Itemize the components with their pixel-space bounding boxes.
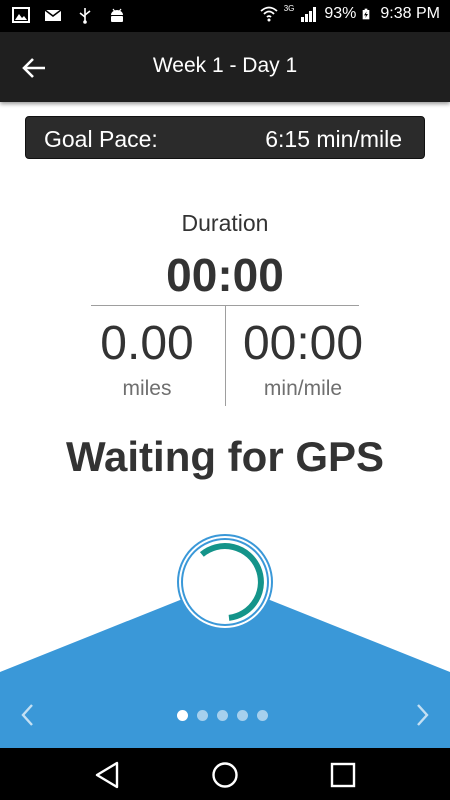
page-dot[interactable] (217, 710, 228, 721)
system-navigation-bar (0, 748, 450, 800)
android-debug-icon (111, 8, 123, 22)
distance-unit: miles (122, 377, 172, 400)
image-icon (12, 7, 30, 23)
pace-value: 00:00 (242, 317, 364, 370)
usb-icon (79, 8, 91, 24)
screen: 3G 93% 9:38 PM Week 1 - Day 1 Goal Pace: (0, 0, 450, 800)
goal-pace-label: Goal Pace: (44, 126, 158, 152)
pace-unit: min/mile (263, 377, 343, 400)
page-dot[interactable] (257, 710, 268, 721)
distance-value: 0.00 (100, 317, 194, 370)
nav-recents-icon[interactable] (326, 758, 360, 792)
page-indicator (177, 710, 268, 721)
mail-icon (44, 9, 62, 21)
battery-charging-icon (363, 8, 370, 20)
stats-divider-vertical (225, 306, 226, 406)
goal-pace-value: 6:15 min/mile (265, 126, 402, 152)
page-dot[interactable] (177, 710, 188, 721)
chevron-right-icon[interactable] (407, 700, 437, 730)
wifi-icon (260, 6, 278, 22)
clock: 9:38 PM (380, 5, 440, 22)
nav-home-icon[interactable] (208, 758, 242, 792)
page-title: Week 1 - Day 1 (152, 54, 298, 77)
app-bar: Week 1 - Day 1 (0, 32, 450, 102)
signal-icon (301, 7, 317, 22)
page-dot[interactable] (197, 710, 208, 721)
page-dot[interactable] (237, 710, 248, 721)
duration-label: Duration (181, 210, 269, 236)
gps-status-message: Waiting for GPS (65, 433, 385, 480)
battery-percent: 93% (324, 5, 357, 22)
duration-value: 00:00 (166, 249, 284, 301)
nav-back-icon[interactable] (90, 758, 124, 792)
status-bar: 3G 93% 9:38 PM (0, 0, 450, 32)
network-type-label: 3G (283, 3, 295, 13)
chevron-left-icon[interactable] (13, 700, 43, 730)
gps-progress-button[interactable] (176, 533, 274, 631)
goal-pace-bar: Goal Pace: 6:15 min/mile (25, 116, 425, 159)
